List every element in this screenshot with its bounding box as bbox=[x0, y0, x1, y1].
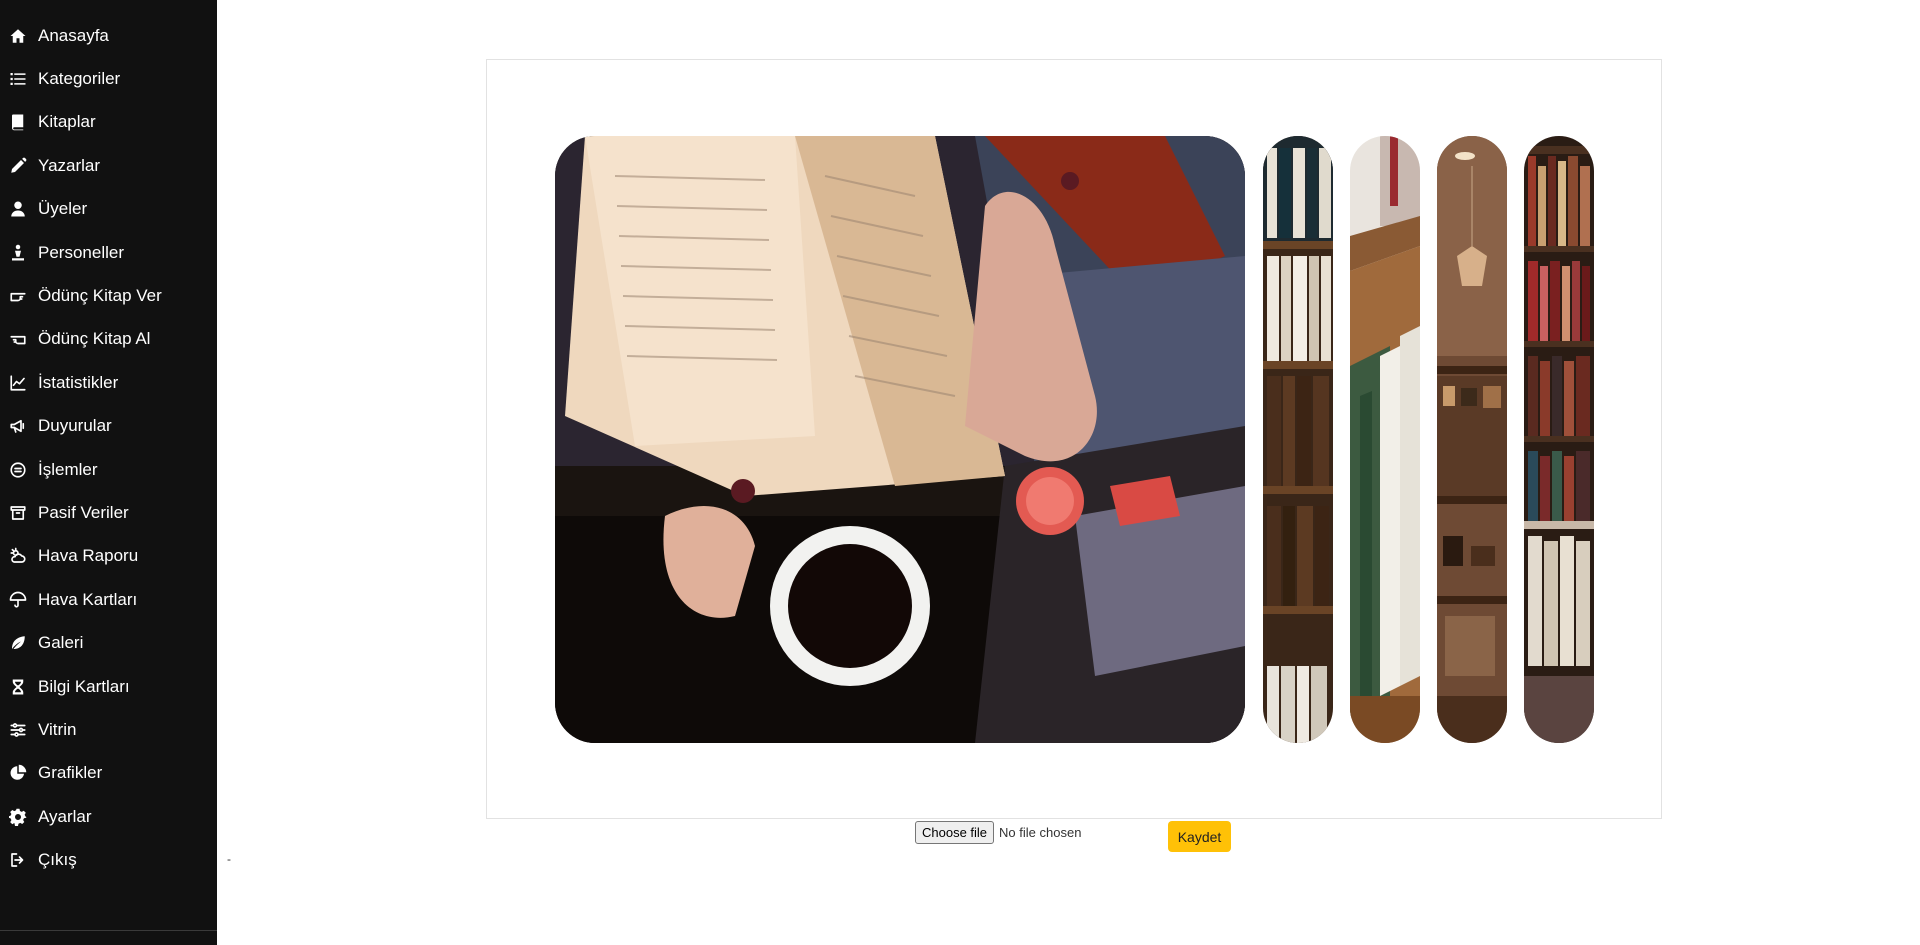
sidebar-item-label: Anasayfa bbox=[38, 25, 109, 45]
book-icon bbox=[8, 112, 28, 132]
gallery-frame bbox=[486, 59, 1662, 819]
sidebar-item-label: İşlemler bbox=[38, 459, 98, 479]
save-button[interactable]: Kaydet bbox=[1168, 821, 1231, 852]
sidebar-item-label: Yazarlar bbox=[38, 155, 101, 175]
sidebar-item-personeller[interactable]: Personeller bbox=[0, 231, 217, 274]
sidebar-item-label: Pasif Veriler bbox=[38, 502, 129, 522]
sidebar: Anasayfa Kategoriler Kitaplar Yazarlar Ü… bbox=[0, 0, 217, 945]
gallery-image-main[interactable] bbox=[555, 136, 1245, 743]
sidebar-item-label: Personeller bbox=[38, 242, 124, 262]
sidebar-item-label: Hava Kartları bbox=[38, 589, 138, 609]
gallery-image-strip-4[interactable] bbox=[1524, 136, 1594, 743]
pie-chart-icon bbox=[8, 763, 28, 783]
line-chart-icon bbox=[8, 373, 28, 393]
choose-file-button[interactable]: Choose file bbox=[915, 821, 995, 844]
megaphone-icon bbox=[8, 416, 28, 436]
hand-point-icon bbox=[8, 286, 28, 306]
sidebar-item-odunc-kitap-al[interactable]: Ödünç Kitap Al bbox=[0, 318, 217, 361]
sliders-icon bbox=[8, 720, 28, 740]
hand-receive-icon bbox=[8, 329, 28, 349]
home-icon bbox=[8, 26, 28, 46]
sidebar-item-label: Kitaplar bbox=[38, 112, 96, 132]
gallery-image-strip-1[interactable] bbox=[1263, 136, 1333, 743]
sidebar-item-ayarlar[interactable]: Ayarlar bbox=[0, 795, 217, 838]
sidebar-item-label: Bilgi Kartları bbox=[38, 676, 130, 696]
sidebar-item-istatistikler[interactable]: İstatistikler bbox=[0, 361, 217, 404]
sidebar-nav: Anasayfa Kategoriler Kitaplar Yazarlar Ü… bbox=[0, 0, 217, 882]
sidebar-item-uyeler[interactable]: Üyeler bbox=[0, 188, 217, 231]
sidebar-item-label: Ödünç Kitap Ver bbox=[38, 286, 162, 306]
sidebar-item-galeri[interactable]: Galeri bbox=[0, 621, 217, 664]
sidebar-item-vitrin[interactable]: Vitrin bbox=[0, 708, 217, 751]
sidebar-item-pasif-veriler[interactable]: Pasif Veriler bbox=[0, 491, 217, 534]
file-upload: Choose file No file chosen bbox=[915, 821, 1081, 844]
sidebar-item-hava-kartlari[interactable]: Hava Kartları bbox=[0, 578, 217, 621]
gallery-image-strip-2[interactable] bbox=[1350, 136, 1420, 743]
sidebar-item-hava-raporu[interactable]: Hava Raporu bbox=[0, 535, 217, 578]
sidebar-item-grafikler[interactable]: Grafikler bbox=[0, 752, 217, 795]
sidebar-item-odunc-kitap-ver[interactable]: Ödünç Kitap Ver bbox=[0, 274, 217, 317]
sidebar-item-label: Ayarlar bbox=[38, 806, 92, 826]
sidebar-item-kitaplar[interactable]: Kitaplar bbox=[0, 101, 217, 144]
equals-circle-icon bbox=[8, 460, 28, 480]
sidebar-item-label: İstatistikler bbox=[38, 372, 119, 392]
umbrella-icon bbox=[8, 590, 28, 610]
sidebar-item-islemler[interactable]: İşlemler bbox=[0, 448, 217, 491]
sidebar-item-bilgi-kartlari[interactable]: Bilgi Kartları bbox=[0, 665, 217, 708]
sidebar-item-label: Kategoriler bbox=[38, 69, 121, 89]
sign-out-icon bbox=[8, 850, 28, 870]
cozy-shop-photo bbox=[1437, 136, 1507, 743]
bookstore-photo bbox=[1524, 136, 1594, 743]
sidebar-item-label: Grafikler bbox=[38, 763, 103, 783]
cloud-sun-icon bbox=[8, 546, 28, 566]
pencil-icon bbox=[8, 156, 28, 176]
user-icon bbox=[8, 199, 28, 219]
bookshelf-photo bbox=[1263, 136, 1333, 743]
leaf-icon bbox=[8, 633, 28, 653]
sidebar-item-yazarlar[interactable]: Yazarlar bbox=[0, 144, 217, 187]
sidebar-item-label: Vitrin bbox=[38, 719, 77, 739]
books-closeup-photo bbox=[1350, 136, 1420, 743]
gallery-image-strip-3[interactable] bbox=[1437, 136, 1507, 743]
sidebar-item-label: Duyurular bbox=[38, 416, 112, 436]
sidebar-item-label: Galeri bbox=[38, 633, 84, 653]
file-status: No file chosen bbox=[999, 825, 1082, 840]
hourglass-icon bbox=[8, 677, 28, 697]
sidebar-item-label: Üyeler bbox=[38, 199, 88, 219]
stray-text: - bbox=[227, 852, 231, 866]
sidebar-item-label: Hava Raporu bbox=[38, 546, 139, 566]
sidebar-divider bbox=[0, 930, 217, 931]
reading-photo bbox=[555, 136, 1245, 743]
list-icon bbox=[8, 69, 28, 89]
sidebar-item-label: Ödünç Kitap Al bbox=[38, 329, 151, 349]
person-staff-icon bbox=[8, 243, 28, 263]
gear-icon bbox=[8, 807, 28, 827]
sidebar-item-duyurular[interactable]: Duyurular bbox=[0, 405, 217, 448]
sidebar-item-anasayfa[interactable]: Anasayfa bbox=[0, 14, 217, 57]
sidebar-item-cikis[interactable]: Çıkış bbox=[0, 838, 217, 881]
sidebar-item-label: Çıkış bbox=[38, 850, 77, 870]
archive-icon bbox=[8, 503, 28, 523]
sidebar-item-kategoriler[interactable]: Kategoriler bbox=[0, 57, 217, 100]
